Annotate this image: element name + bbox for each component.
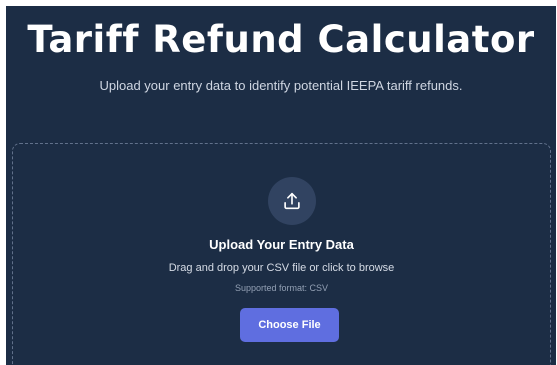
page-subtitle: Upload your entry data to identify poten… <box>99 78 463 93</box>
upload-title: Upload Your Entry Data <box>209 237 354 252</box>
supported-format-note: Supported format: CSV <box>234 283 329 293</box>
app-window: Tariff Refund Calculator Upload your ent… <box>6 6 556 365</box>
upload-dropzone[interactable]: Upload Your Entry Data Drag and drop you… <box>12 143 551 365</box>
upload-instructions: Drag and drop your CSV file or click to … <box>168 262 395 274</box>
page-title: Tariff Refund Calculator <box>27 18 535 61</box>
upload-icon <box>268 177 316 225</box>
choose-file-button[interactable]: Choose File <box>240 308 339 342</box>
